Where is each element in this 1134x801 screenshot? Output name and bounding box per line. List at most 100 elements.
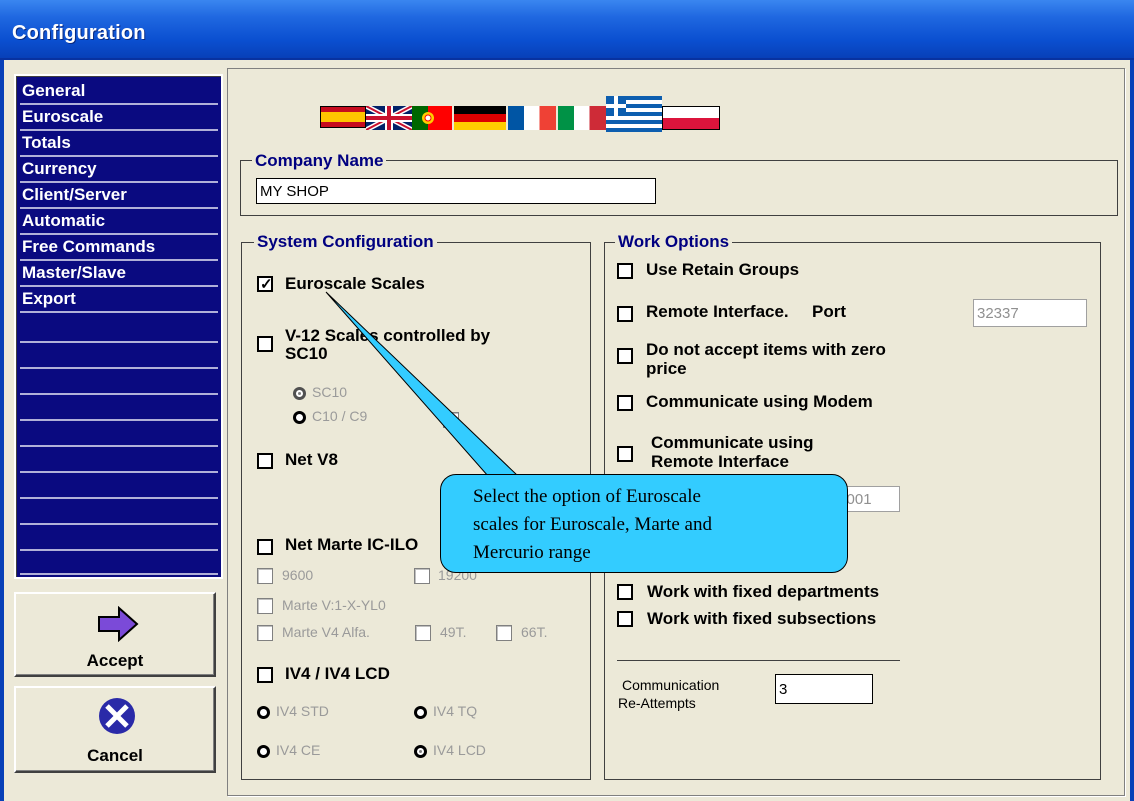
reattempts-label-line2: Re-Attempts xyxy=(618,695,696,711)
system-configuration-title: System Configuration xyxy=(254,232,437,252)
sidebar-separator xyxy=(20,181,218,183)
c10-c9-radio[interactable] xyxy=(293,411,306,424)
remote-interface-label: Remote Interface. xyxy=(646,302,789,321)
sidebar-separator xyxy=(20,103,218,105)
sidebar-item-client-server[interactable]: Client/Server xyxy=(20,184,218,206)
sidebar-item-master-slave[interactable]: Master/Slave xyxy=(20,262,218,284)
cancel-button[interactable]: Cancel xyxy=(14,686,216,773)
sidebar-separator xyxy=(20,367,218,369)
iv4-ce-radio[interactable] xyxy=(257,745,270,758)
fixed-departments-label: Work with fixed departments xyxy=(647,582,880,601)
uk-flag[interactable] xyxy=(366,106,412,130)
66t-label: 66T. xyxy=(521,624,548,640)
sc10-radio[interactable] xyxy=(293,387,306,400)
portuguese-flag[interactable] xyxy=(412,106,452,130)
iv4-lcd-radio[interactable] xyxy=(414,745,427,758)
iv4-label: IV4 / IV4 LCD xyxy=(285,664,390,683)
iv4-std-label: IV4 STD xyxy=(276,703,329,719)
iv4-ce-label: IV4 CE xyxy=(276,742,321,758)
baud-9600-label: 9600 xyxy=(282,567,314,583)
sidebar-separator xyxy=(20,311,218,313)
sidebar-separator xyxy=(20,155,218,157)
window-frame-left xyxy=(0,60,4,801)
greek-flag[interactable] xyxy=(606,96,662,132)
cancel-label: Cancel xyxy=(87,746,143,765)
marte-v1-checkbox[interactable] xyxy=(257,598,273,614)
net-v8-checkbox[interactable] xyxy=(257,453,273,469)
retain-groups-label: Use Retain Groups xyxy=(646,260,800,279)
window-title: Configuration xyxy=(12,22,146,44)
sidebar-separator xyxy=(20,445,218,447)
iv4-lcd-label: IV4 LCD xyxy=(433,742,486,758)
language-flags xyxy=(320,96,752,132)
spanish-flag[interactable] xyxy=(320,106,366,128)
modem-label: Communicate using Modem xyxy=(646,392,873,411)
marte-v4-alfa-checkbox[interactable] xyxy=(257,625,273,641)
marte-v4-alfa-label: Marte V4 Alfa. xyxy=(282,624,370,640)
cancel-x-icon xyxy=(99,698,135,734)
separator-line xyxy=(617,660,900,661)
remote-communication-label-line2: Remote Interface xyxy=(651,452,789,471)
euroscale-scales-checkbox[interactable]: ✓ xyxy=(257,276,273,293)
sidebar-separator xyxy=(20,259,218,261)
callout-pointer xyxy=(325,291,520,477)
sidebar-separator xyxy=(20,471,218,473)
callout-line1: Select the option of Euroscale xyxy=(473,486,701,507)
sidebar-item-totals[interactable]: Totals xyxy=(20,132,218,154)
iv4-tq-label: IV4 TQ xyxy=(433,703,478,719)
callout-line3: Mercurio range xyxy=(473,542,591,563)
callout-line2: scales for Euroscale, Marte and xyxy=(473,514,712,535)
sidebar-separator xyxy=(20,419,218,421)
title-bar: Configuration xyxy=(0,0,1134,60)
retain-groups-checkbox[interactable] xyxy=(617,263,633,279)
reattempts-input[interactable] xyxy=(775,674,873,704)
sidebar-separator xyxy=(20,393,218,395)
checkmark-icon: ✓ xyxy=(260,276,273,293)
fixed-subsections-checkbox[interactable] xyxy=(617,611,633,627)
49t-label: 49T. xyxy=(440,624,467,640)
polish-flag[interactable] xyxy=(662,106,720,130)
sidebar: General Euroscale Totals Currency Client… xyxy=(14,74,223,579)
callout-text: Select the option of Euroscale scales fo… xyxy=(473,483,833,567)
company-name-input[interactable] xyxy=(256,178,656,204)
zero-price-checkbox[interactable] xyxy=(617,348,633,364)
sidebar-item-export[interactable]: Export xyxy=(20,288,218,310)
french-flag[interactable] xyxy=(508,106,556,130)
italian-flag[interactable] xyxy=(558,106,606,130)
window-frame-right xyxy=(1130,60,1134,801)
modem-checkbox[interactable] xyxy=(617,395,633,411)
sidebar-separator xyxy=(20,523,218,525)
v12-scales-checkbox[interactable] xyxy=(257,336,273,352)
sidebar-item-automatic[interactable]: Automatic xyxy=(20,210,218,232)
zero-price-label-line2: price xyxy=(646,359,687,378)
accept-label: Accept xyxy=(86,651,144,670)
sidebar-separator xyxy=(20,573,218,575)
66t-checkbox[interactable] xyxy=(496,625,512,641)
baud-9600-checkbox[interactable] xyxy=(257,568,273,584)
net-marte-checkbox[interactable] xyxy=(257,539,273,555)
port-input[interactable] xyxy=(973,299,1087,327)
accept-button[interactable]: Accept xyxy=(14,592,216,677)
iv4-tq-radio[interactable] xyxy=(414,706,427,719)
german-flag[interactable] xyxy=(454,106,506,130)
49t-checkbox[interactable] xyxy=(415,625,431,641)
work-options-title: Work Options xyxy=(615,232,733,252)
company-name-title: Company Name xyxy=(252,151,387,171)
sidebar-item-euroscale[interactable]: Euroscale xyxy=(20,106,218,128)
iv4-std-radio[interactable] xyxy=(257,706,270,719)
remote-interface-checkbox[interactable] xyxy=(617,306,633,322)
sidebar-separator xyxy=(20,207,218,209)
sidebar-item-currency[interactable]: Currency xyxy=(20,158,218,180)
remote-communication-checkbox[interactable] xyxy=(617,446,633,462)
arrow-right-icon xyxy=(98,606,139,642)
baud-19200-checkbox[interactable] xyxy=(414,568,430,584)
sidebar-item-general[interactable]: General xyxy=(20,80,218,102)
fixed-departments-checkbox[interactable] xyxy=(617,584,633,600)
port-label: Port xyxy=(812,302,846,321)
sidebar-separator xyxy=(20,233,218,235)
zero-price-label-line1: Do not accept items with zero xyxy=(646,340,886,359)
sidebar-separator xyxy=(20,129,218,131)
sidebar-item-free-commands[interactable]: Free Commands xyxy=(20,236,218,258)
sidebar-separator xyxy=(20,341,218,343)
iv4-checkbox[interactable] xyxy=(257,667,273,683)
